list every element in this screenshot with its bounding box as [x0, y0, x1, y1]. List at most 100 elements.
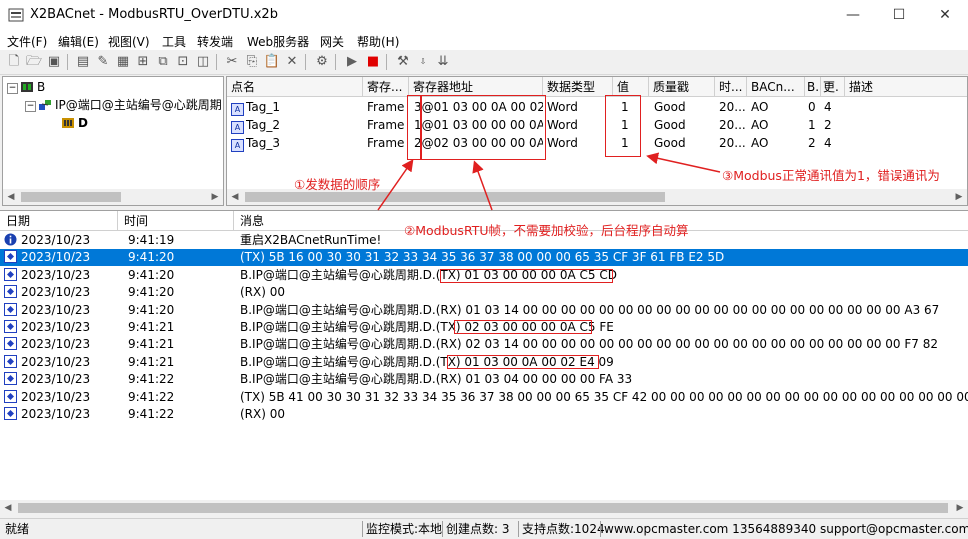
log-time: 9:41:20	[128, 285, 175, 300]
col-header-bacnet-type[interactable]: BACn...	[747, 77, 805, 97]
scroll-thumb[interactable]	[21, 192, 121, 202]
log-row[interactable]: 2023/10/23 9:41:20 (RX) 00	[0, 284, 968, 301]
tree-channel-node[interactable]: − IP@端口@主站编号@心跳周期	[25, 97, 222, 113]
copy-icon[interactable]: ⎘	[243, 53, 261, 71]
menu-view[interactable]: 视图(V)	[108, 33, 150, 50]
col-header-description[interactable]: 描述	[845, 77, 967, 97]
collapse-icon[interactable]: −	[25, 101, 36, 112]
annotation-value-meaning: ③Modbus正常通讯值为1，错误通讯为	[722, 168, 940, 183]
open-folder-icon[interactable]: 🗁	[25, 53, 43, 71]
log-row[interactable]: 2023/10/23 9:41:22 (TX) 5B 41 00 30 30 31 …	[0, 389, 968, 406]
tree-device-node[interactable]: D	[61, 115, 88, 131]
tag-update: 2	[824, 118, 832, 132]
col-header-time[interactable]: 时...	[715, 77, 747, 97]
save-icon[interactable]: ▣	[45, 53, 63, 71]
col-header-quality[interactable]: 质量戳	[649, 77, 715, 97]
log-time: 9:41:21	[128, 320, 175, 334]
tag-update: 4	[824, 100, 832, 114]
table-row[interactable]: A Tag_3 Frame 2@02 03 00 00 00 0A Word 1 …	[227, 134, 967, 152]
tools-icon[interactable]: ⚒	[394, 53, 412, 71]
log-horizontal-scrollbar[interactable]: ◀ ▶	[0, 500, 968, 516]
tag-data-type: Word	[547, 136, 578, 150]
scroll-left-icon[interactable]: ◀	[3, 189, 19, 205]
col-header-register-type[interactable]: 寄存...	[363, 77, 409, 97]
status-supported-points: 支持点数:1024	[518, 521, 608, 537]
col-header-register-address[interactable]: 寄存器地址	[409, 77, 543, 97]
col-header-value[interactable]: 值	[613, 77, 649, 97]
log-date: 2023/10/23	[21, 337, 91, 352]
menu-web-server[interactable]: Web服务器	[247, 33, 309, 50]
scroll-right-icon[interactable]: ▶	[951, 189, 967, 205]
device-icon	[62, 118, 74, 128]
tag-bacnet-id: 1	[808, 118, 816, 132]
scroll-left-icon[interactable]: ◀	[227, 189, 243, 205]
log-message: (TX) 5B 16 00 30 30 31 32 33 34 35 36 37…	[240, 250, 725, 265]
log-header-time[interactable]: 时间	[118, 211, 234, 231]
maximize-button[interactable]: ☐	[876, 0, 922, 30]
tag-data-type: Word	[547, 118, 578, 132]
minimize-button[interactable]: —	[830, 0, 876, 30]
log-date: 2023/10/23	[21, 302, 91, 317]
load-icon[interactable]: ⇩	[414, 53, 432, 71]
batch-add-icon[interactable]: ⧉	[154, 53, 172, 71]
cut-icon[interactable]: ✂	[223, 53, 241, 71]
log-row[interactable]: 2023/10/23 9:41:22 B.IP@端口@主站编号@心跳周期.D.(RX…	[0, 371, 968, 388]
log-date: 2023/10/23	[21, 285, 91, 300]
menu-forwarder[interactable]: 转发端	[197, 33, 233, 50]
log-message: B.IP@端口@主站编号@心跳周期.D.(RX) 02 03 14 00 00 …	[240, 337, 938, 352]
log-row[interactable]: 2023/10/23 9:41:20 (TX) 5B 16 00 30 30 31 …	[0, 249, 968, 267]
col-header-update[interactable]: 更.	[821, 77, 845, 97]
log-time: 9:41:19	[128, 233, 175, 247]
new-file-icon[interactable]: 🗋	[5, 53, 23, 71]
tree-horizontal-scrollbar[interactable]: ◀ ▶	[3, 189, 223, 205]
scroll-thumb[interactable]	[245, 192, 665, 202]
log-row[interactable]: 2023/10/23 9:41:21 B.IP@端口@主站编号@心跳周期.D.(RX…	[0, 336, 968, 353]
tag-data-type: Word	[547, 100, 578, 114]
collapse-icon[interactable]: −	[7, 83, 18, 94]
menu-gateway[interactable]: 网关	[320, 33, 344, 50]
properties-icon[interactable]: ⊡	[174, 53, 192, 71]
scroll-right-icon[interactable]: ▶	[952, 500, 968, 516]
col-header-bacnet-id[interactable]: B.	[805, 77, 821, 97]
settings-icon[interactable]: ◫	[194, 53, 212, 71]
tag-description	[845, 116, 967, 134]
scroll-thumb[interactable]	[18, 503, 948, 513]
comm-icon	[4, 285, 17, 299]
comm-icon	[4, 250, 17, 264]
menu-file[interactable]: 文件(F)	[7, 33, 47, 50]
monitor-icon[interactable]: ⚙	[313, 53, 331, 71]
log-date: 2023/10/23	[21, 354, 91, 369]
menu-tools[interactable]: 工具	[162, 33, 186, 50]
scroll-right-icon[interactable]: ▶	[207, 189, 223, 205]
log-row[interactable]: 2023/10/23 9:41:22 (RX) 00	[0, 406, 968, 423]
add-tag-icon[interactable]: ⊞	[134, 53, 152, 71]
log-header-date[interactable]: 日期	[0, 211, 118, 231]
table-row[interactable]: A Tag_1 Frame 3@01 03 00 0A 00 02 Word 1 …	[227, 98, 967, 116]
delete-icon[interactable]: ✕	[283, 53, 301, 71]
scroll-left-icon[interactable]: ◀	[0, 500, 16, 516]
log-message: (RX) 00	[240, 407, 286, 421]
tree-root-node[interactable]: − B	[7, 79, 45, 95]
tree-channel-label: IP@端口@主站编号@心跳周期	[55, 98, 222, 112]
tag-register-type: Frame	[367, 118, 405, 132]
menu-bar: 文件(F) 编辑(E) 视图(V) 工具 转发端 Web服务器 网关 帮助(H)	[0, 30, 968, 50]
download-icon[interactable]: ⇊	[434, 53, 452, 71]
menu-edit[interactable]: 编辑(E)	[58, 33, 99, 50]
tag-name: Tag_1	[246, 100, 280, 114]
run-icon[interactable]: ▶	[343, 53, 361, 71]
close-button[interactable]: ✕	[922, 0, 968, 30]
menu-help[interactable]: 帮助(H)	[357, 33, 399, 50]
comm-icon	[4, 354, 17, 368]
annotation-order-box	[407, 95, 421, 160]
add-channel-icon[interactable]: ✎	[94, 53, 112, 71]
tag-bacnet-type: AO	[751, 136, 769, 150]
add-device-icon[interactable]: ▤	[74, 53, 92, 71]
paste-icon[interactable]: 📋	[263, 53, 281, 71]
tag-bacnet-id: 2	[808, 136, 816, 150]
add-group-icon[interactable]: ▦	[114, 53, 132, 71]
table-row[interactable]: A Tag_2 Frame 1@01 03 00 00 00 0A Word 1 …	[227, 116, 967, 134]
stop-icon[interactable]: ■	[364, 53, 382, 71]
log-row[interactable]: 2023/10/23 9:41:20 B.IP@端口@主站编号@心跳周期.D.(RX…	[0, 302, 968, 319]
col-header-name[interactable]: 点名	[227, 77, 363, 97]
col-header-data-type[interactable]: 数据类型	[543, 77, 613, 97]
